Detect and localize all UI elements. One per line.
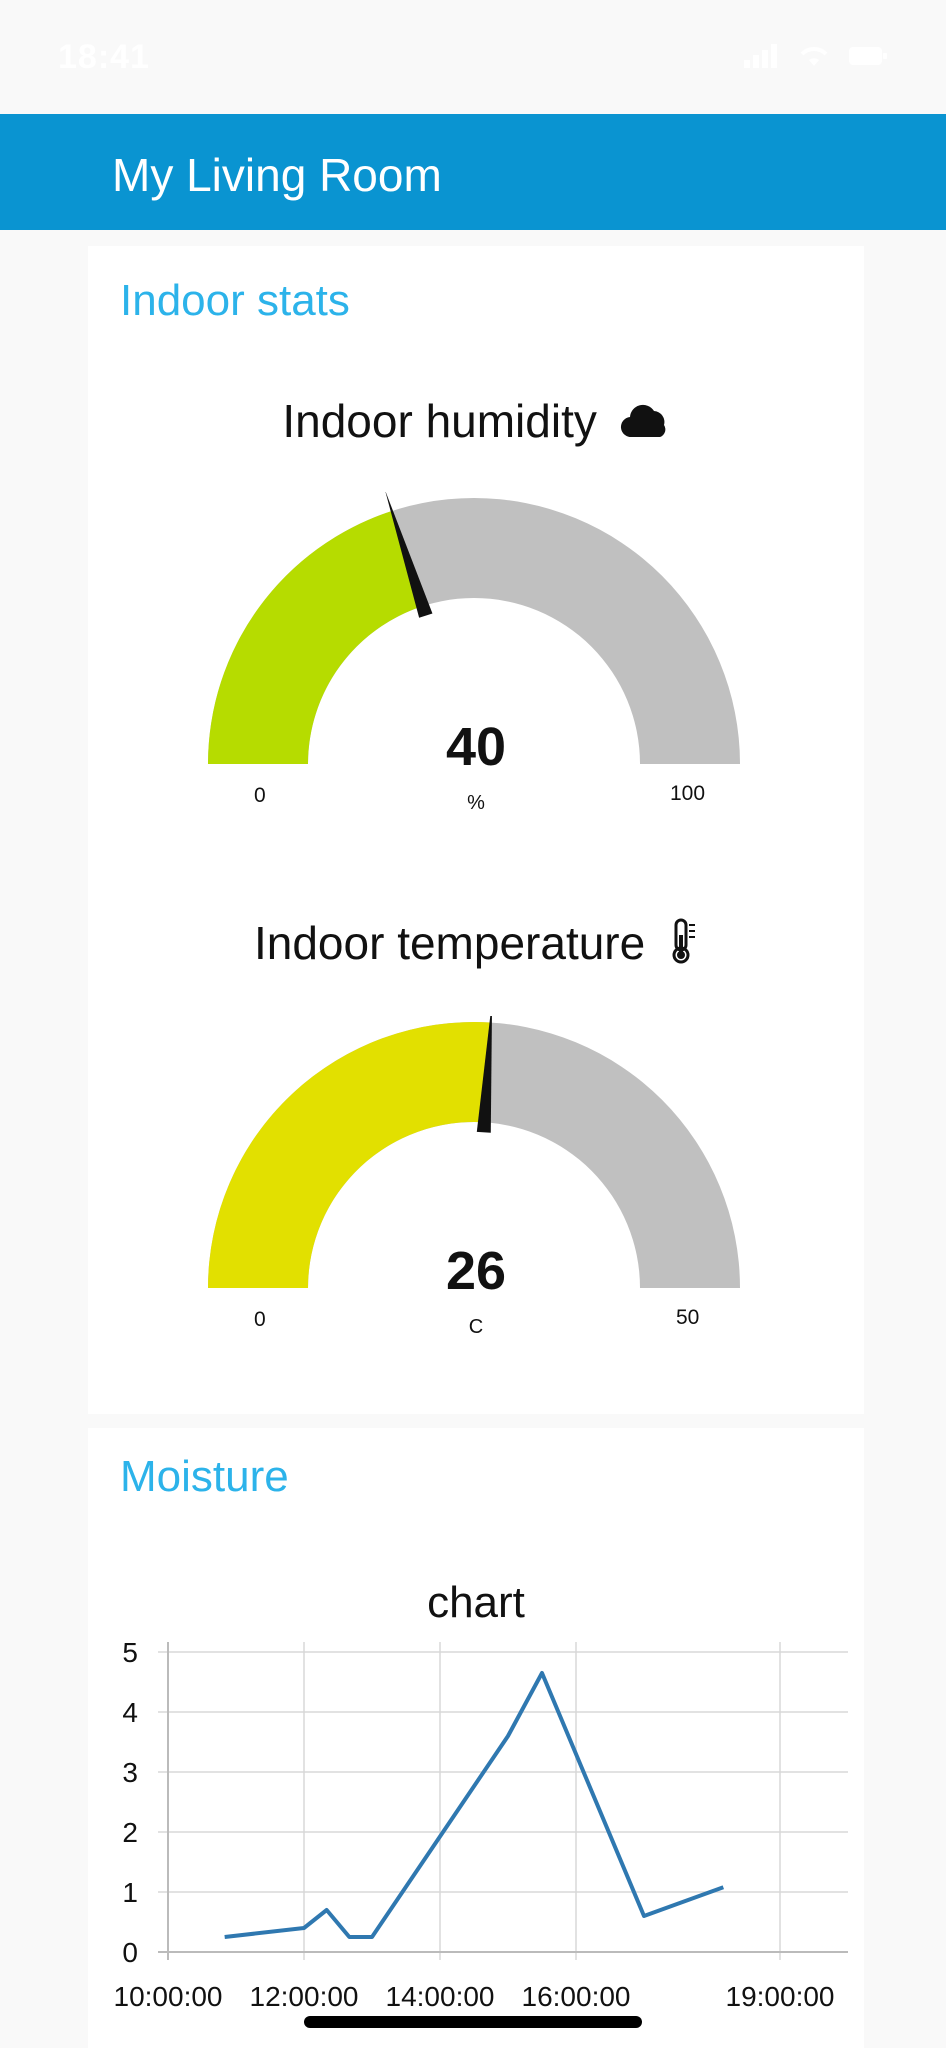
wifi-icon xyxy=(798,44,830,73)
chart-ytick-label: 1 xyxy=(122,1877,138,1908)
moisture-title: Moisture xyxy=(120,1452,289,1501)
chart-xtick-label: 14:00:00 xyxy=(386,1981,495,2012)
temperature-value: 26 xyxy=(445,1241,507,1301)
chart-ytick-label: 3 xyxy=(122,1757,138,1788)
page-title: My Living Room xyxy=(112,149,442,201)
chart-ytick-label: 4 xyxy=(122,1697,138,1728)
status-time: 18:41 xyxy=(58,38,150,76)
humidity-value: 40 xyxy=(445,717,507,777)
indoor-stats-title: Indoor stats xyxy=(120,276,350,325)
signal-icon xyxy=(744,44,780,73)
chart-xtick-label: 10:00:00 xyxy=(114,1981,223,2012)
humidity-gauge-title: Indoor humidity xyxy=(88,394,864,452)
temperature-unit: C xyxy=(468,1316,484,1338)
indoor-stats-card: Indoor stats Indoor humidity 40 % 0 100 … xyxy=(88,246,864,1414)
humidity-min: 0 xyxy=(254,784,266,807)
chart-title: chart xyxy=(427,1578,525,1627)
chart-xtick-label: 16:00:00 xyxy=(522,1981,631,2012)
chart-xtick-label: 19:00:00 xyxy=(726,1981,835,2012)
temperature-gauge-title: Indoor temperature xyxy=(88,916,864,976)
home-indicator[interactable] xyxy=(304,2016,642,2028)
thermometer-icon xyxy=(668,917,698,976)
humidity-unit: % xyxy=(467,792,485,814)
moisture-chart: 0 1 2 3 4 5 10:00:00 12:00:00 14:00:00 16:00:00 19… xyxy=(114,1640,848,2012)
cloud-icon xyxy=(620,398,670,452)
chart-ytick-label: 5 xyxy=(122,1640,138,1668)
temperature-title-text: Indoor temperature xyxy=(253,917,646,969)
chart-xtick-label: 12:00:00 xyxy=(250,1981,359,2012)
temperature-min: 0 xyxy=(254,1308,266,1331)
chart-ytick-label: 2 xyxy=(122,1817,138,1848)
humidity-max: 100 xyxy=(670,782,706,805)
humidity-title-text: Indoor humidity xyxy=(282,395,597,447)
app-header: My Living Room xyxy=(0,114,946,230)
status-icons xyxy=(744,44,888,73)
temperature-max: 50 xyxy=(676,1306,700,1329)
chart-ytick-label: 0 xyxy=(122,1937,138,1968)
status-bar: 18:41 xyxy=(0,0,946,114)
battery-icon xyxy=(848,44,888,73)
